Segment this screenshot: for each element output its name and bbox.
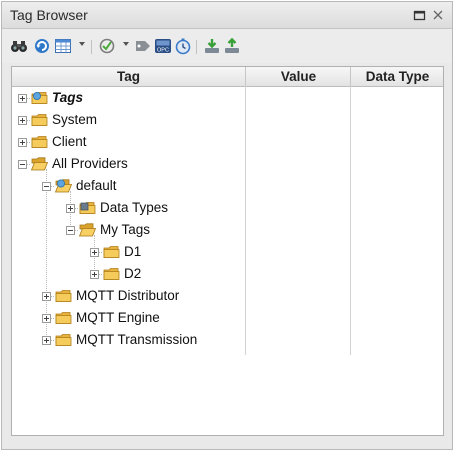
panel-titlebar: Tag Browser bbox=[2, 2, 452, 29]
tree-row[interactable]: D2 bbox=[12, 263, 245, 285]
clock-icon[interactable] bbox=[174, 37, 192, 55]
folder-icon bbox=[31, 135, 48, 149]
tree-item-label: MQTT Engine bbox=[76, 310, 160, 325]
grid-view-icon[interactable] bbox=[54, 37, 72, 55]
tree-row[interactable]: My Tags bbox=[12, 219, 245, 241]
tree-row[interactable]: MQTT Distributor bbox=[12, 285, 245, 307]
column-header-tag[interactable]: Tag bbox=[12, 67, 245, 86]
tree-row[interactable]: Client bbox=[12, 131, 245, 153]
tree-item-label: My Tags bbox=[100, 222, 151, 237]
column-header-data-type[interactable]: Data Type bbox=[350, 67, 443, 86]
column-divider bbox=[350, 86, 351, 355]
svg-text:OPC: OPC bbox=[157, 48, 169, 54]
tree-item-label: D2 bbox=[124, 266, 142, 281]
column-header-value[interactable]: Value bbox=[245, 67, 351, 86]
table-header: Tag Value Data Type bbox=[12, 67, 443, 87]
tree-row[interactable]: default bbox=[12, 175, 245, 197]
collapse-toggle-icon[interactable] bbox=[18, 160, 27, 169]
new-tag-icon[interactable] bbox=[134, 37, 152, 55]
column-divider bbox=[245, 86, 246, 355]
filter-icon[interactable] bbox=[98, 37, 116, 55]
tag-browser-panel: Tag Browser OPC Tag Value Data Type Tags… bbox=[1, 1, 453, 450]
expand-toggle-icon[interactable] bbox=[66, 204, 75, 213]
panel-title: Tag Browser bbox=[10, 7, 88, 23]
tree-item-label: Client bbox=[52, 134, 87, 149]
float-panel-icon[interactable] bbox=[412, 7, 428, 23]
tree-row[interactable]: Data Types bbox=[12, 197, 245, 219]
tag-tree-table: Tag Value Data Type Tags System Client All … bbox=[11, 66, 444, 436]
tree-item-label: All Providers bbox=[52, 156, 128, 171]
expand-toggle-icon[interactable] bbox=[18, 116, 27, 125]
folder-icon bbox=[103, 267, 120, 281]
expand-toggle-icon[interactable] bbox=[42, 314, 51, 323]
tag-toolbar: OPC bbox=[2, 29, 452, 63]
tree-item-label: D1 bbox=[124, 244, 142, 259]
folder-icon bbox=[55, 333, 72, 347]
opc-icon[interactable]: OPC bbox=[154, 37, 172, 55]
filter-dropdown-arrow[interactable] bbox=[123, 42, 129, 46]
tree-row[interactable]: MQTT Engine bbox=[12, 307, 245, 329]
expand-toggle-icon[interactable] bbox=[90, 270, 99, 279]
close-icon[interactable] bbox=[430, 7, 446, 23]
tree-item-label: System bbox=[52, 112, 98, 127]
tree-item-label: Tags bbox=[52, 90, 84, 105]
expand-toggle-icon[interactable] bbox=[42, 292, 51, 301]
tree-item-label: MQTT Transmission bbox=[76, 332, 198, 347]
collapse-toggle-icon[interactable] bbox=[66, 226, 75, 235]
tree-item-label: default bbox=[76, 178, 117, 193]
toolbar-separator bbox=[91, 40, 92, 54]
tree-row[interactable]: Tags bbox=[12, 87, 245, 109]
folder-icon bbox=[55, 289, 72, 303]
folder-icon bbox=[55, 311, 72, 325]
export-icon[interactable] bbox=[223, 37, 241, 55]
binoculars-icon[interactable] bbox=[10, 37, 28, 55]
tree-row[interactable]: System bbox=[12, 109, 245, 131]
expand-toggle-icon[interactable] bbox=[90, 248, 99, 257]
tree-row[interactable]: MQTT Transmission bbox=[12, 329, 245, 351]
folder-icon bbox=[103, 245, 120, 259]
tree-item-label: Data Types bbox=[100, 200, 169, 215]
collapse-toggle-icon[interactable] bbox=[42, 182, 51, 191]
grid-view-dropdown-arrow[interactable] bbox=[79, 42, 85, 46]
expand-toggle-icon[interactable] bbox=[18, 138, 27, 147]
folder-icon bbox=[31, 113, 48, 127]
expand-toggle-icon[interactable] bbox=[18, 94, 27, 103]
tree-item-label: MQTT Distributor bbox=[76, 288, 180, 303]
tag-provider-folder-icon bbox=[31, 91, 48, 105]
import-icon[interactable] bbox=[203, 37, 221, 55]
toolbar-separator bbox=[196, 40, 197, 54]
data-types-folder-icon bbox=[79, 201, 96, 215]
tree-row[interactable]: D1 bbox=[12, 241, 245, 263]
expand-toggle-icon[interactable] bbox=[42, 336, 51, 345]
refresh-tags-icon[interactable] bbox=[33, 37, 51, 55]
